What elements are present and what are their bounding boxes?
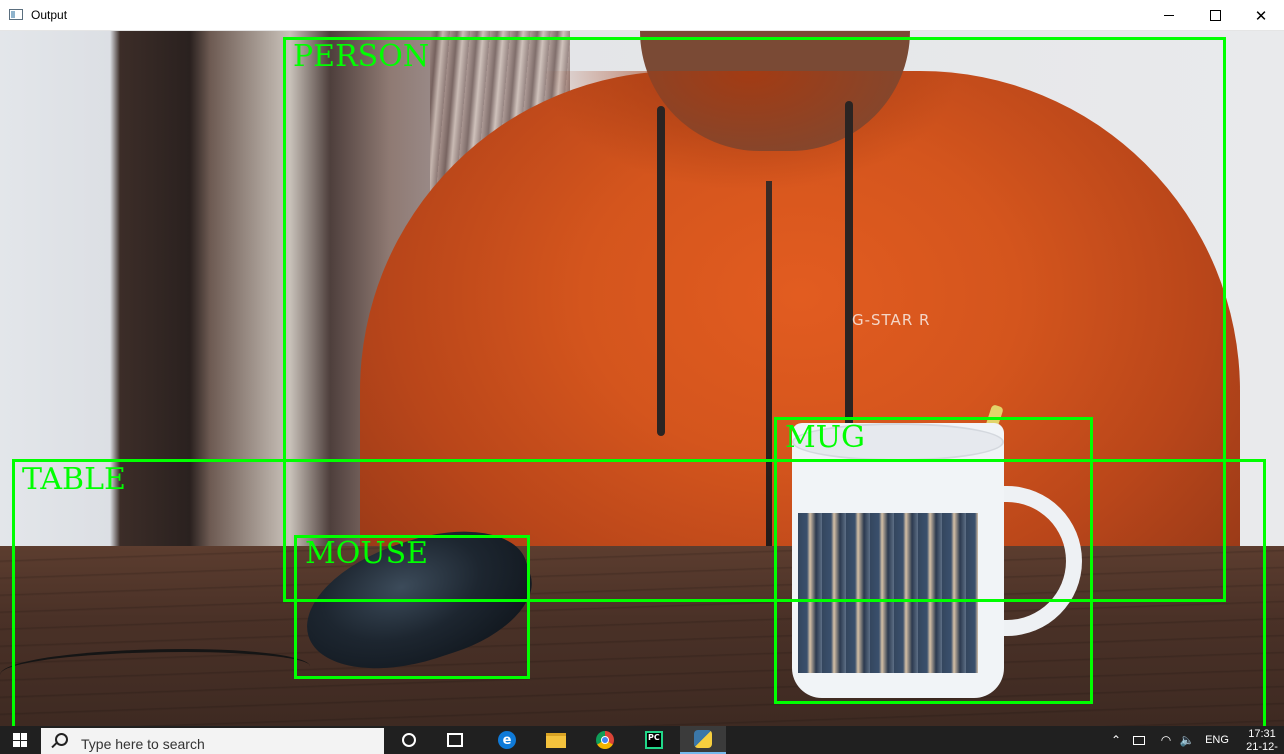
detection-label-person: PERSON (293, 39, 430, 74)
volume-button[interactable]: 🔈 (1176, 726, 1198, 754)
taskbar-search-box[interactable]: Type here to search (41, 728, 384, 754)
minimize-button[interactable] (1146, 0, 1192, 31)
pycharm-icon: PC (645, 731, 663, 749)
search-placeholder: Type here to search (81, 736, 205, 752)
python-output-button[interactable] (680, 726, 726, 754)
close-button[interactable]: ✕ (1238, 0, 1284, 31)
maximize-icon (1209, 10, 1221, 21)
task-view-button[interactable] (432, 726, 478, 754)
edge-icon: e (498, 731, 516, 749)
window-title: Output (31, 8, 68, 22)
cortana-icon (402, 733, 416, 747)
detection-label-mouse: MOUSE (305, 536, 429, 571)
language-indicator[interactable]: ENG (1202, 726, 1232, 754)
edge-button[interactable]: e (484, 726, 530, 754)
window-titlebar: Output ✕ (0, 0, 1284, 31)
cortana-button[interactable] (386, 726, 432, 754)
network-icon (1133, 735, 1145, 745)
app-window-icon (9, 9, 23, 20)
network-status-button[interactable] (1128, 726, 1150, 754)
clock-date: 21-12- (1246, 741, 1278, 753)
file-explorer-button[interactable] (533, 726, 579, 754)
detection-label-table: TABLE (22, 462, 126, 497)
wifi-icon: ◠ (1160, 733, 1172, 747)
close-icon: ✕ (1254, 7, 1268, 25)
file-explorer-icon (546, 732, 566, 748)
show-hidden-icons-button[interactable]: ⌃ (1106, 726, 1126, 754)
wifi-button[interactable]: ◠ (1156, 726, 1176, 754)
pycharm-button[interactable]: PC (631, 726, 677, 754)
chrome-icon (596, 731, 614, 749)
chevron-up-icon: ⌃ (1110, 733, 1122, 747)
windows-logo-icon (13, 733, 27, 747)
video-frame: G-STAR R PERSON TABLE MOUSE MUG (0, 31, 1284, 726)
python-icon (694, 730, 712, 748)
detection-box-mug (774, 417, 1093, 704)
system-clock[interactable]: 17:31 21-12- (1240, 728, 1284, 754)
task-view-icon (447, 733, 463, 747)
minimize-icon (1164, 15, 1174, 16)
clock-time: 17:31 (1248, 728, 1276, 740)
chrome-button[interactable] (582, 726, 628, 754)
detection-label-mug: MUG (785, 420, 865, 455)
maximize-button[interactable] (1192, 0, 1238, 31)
search-icon (55, 733, 68, 746)
start-button[interactable] (0, 726, 40, 754)
taskbar: Type here to search e PC ⌃ ◠ 🔈 ENG 17:31… (0, 726, 1284, 754)
volume-icon: 🔈 (1179, 733, 1195, 747)
